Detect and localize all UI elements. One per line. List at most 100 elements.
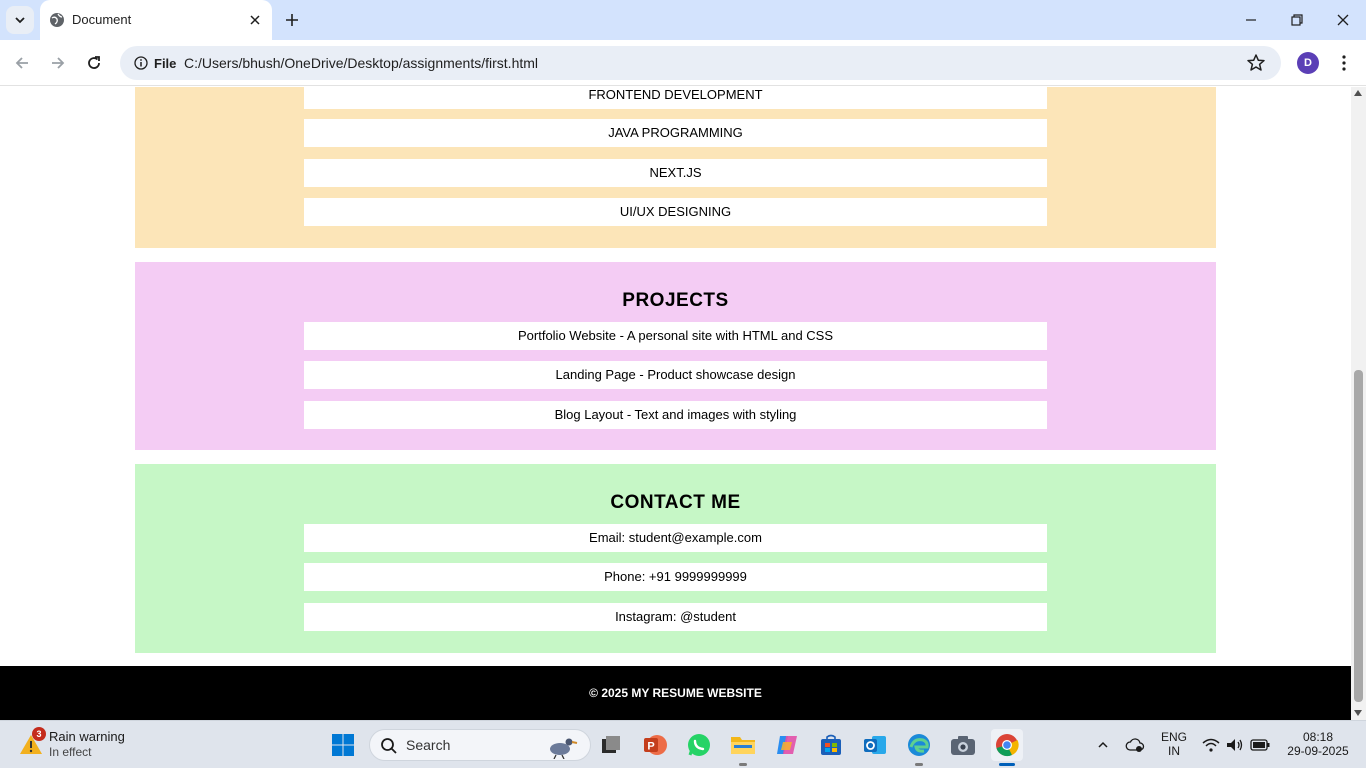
contact-section: CONTACT ME Email: student@example.com Ph… xyxy=(135,464,1216,653)
tab-strip: Document xyxy=(0,0,1366,40)
outlook-icon xyxy=(864,736,886,754)
battery-icon xyxy=(1250,739,1270,751)
skill-item: UI/UX DESIGNING xyxy=(304,198,1047,226)
arrow-left-icon xyxy=(15,57,28,69)
folder-icon xyxy=(731,737,755,754)
scrollbar-thumb[interactable] xyxy=(1354,370,1363,702)
more-vertical-icon xyxy=(1342,55,1346,71)
weather-widget[interactable]: 3 Rain warning In effect xyxy=(14,726,154,764)
close-icon xyxy=(250,15,260,25)
search-highlight-bird-icon xyxy=(550,738,578,759)
volume-icon xyxy=(1227,739,1243,751)
taskbar-edge[interactable] xyxy=(903,729,935,766)
windows-logo-icon xyxy=(332,734,354,756)
language-region: IN xyxy=(1168,744,1180,758)
clock[interactable]: 08:18 29-09-2025 xyxy=(1283,730,1353,758)
contact-instagram: Instagram: @student xyxy=(304,603,1047,631)
back-button[interactable] xyxy=(9,50,35,76)
page-footer: © 2025 MY RESUME WEBSITE xyxy=(0,666,1351,720)
scroll-up-arrow-icon[interactable] xyxy=(1354,90,1362,96)
url-text[interactable]: C:/Users/bhush/OneDrive/Desktop/assignme… xyxy=(184,55,538,71)
contact-email: Email: student@example.com xyxy=(304,524,1047,552)
taskbar-file-explorer[interactable] xyxy=(727,729,759,766)
projects-heading: PROJECTS xyxy=(622,290,729,311)
tab-search-button[interactable] xyxy=(6,6,34,34)
plus-icon xyxy=(286,14,298,26)
reload-icon xyxy=(88,56,100,69)
taskbar-chrome[interactable] xyxy=(991,729,1023,766)
whatsapp-icon xyxy=(688,734,710,756)
weather-title: Rain warning xyxy=(49,729,125,744)
onedrive-tray-button[interactable] xyxy=(1122,729,1148,761)
restore-button[interactable] xyxy=(1274,0,1320,40)
search-label: Search xyxy=(406,737,451,753)
quick-settings-button[interactable] xyxy=(1198,729,1274,761)
skill-item: NEXT.JS xyxy=(304,159,1047,187)
skills-section: FRONTEND DEVELOPMENT JAVA PROGRAMMING NE… xyxy=(135,87,1216,248)
minimize-icon xyxy=(1246,19,1256,21)
browser-toolbar: File C:/Users/bhush/OneDrive/Desktop/ass… xyxy=(0,40,1366,86)
project-item: Portfolio Website - A personal site with… xyxy=(304,322,1047,350)
page-scrollbar[interactable] xyxy=(1351,87,1366,720)
close-tab-button[interactable] xyxy=(246,11,264,29)
start-button[interactable] xyxy=(327,729,359,761)
new-tab-button[interactable] xyxy=(282,10,302,30)
contact-phone: Phone: +91 9999999999 xyxy=(304,563,1047,591)
wifi-icon xyxy=(1202,738,1220,752)
taskbar-camera[interactable] xyxy=(947,729,979,761)
svg-text:P: P xyxy=(647,741,654,753)
taskbar-powerpoint[interactable]: P xyxy=(639,729,671,761)
weather-alert-badge: 3 xyxy=(32,727,46,741)
projects-section: PROJECTS Portfolio Website - A personal … xyxy=(135,262,1216,450)
task-view-button[interactable] xyxy=(595,729,627,761)
language-code: ENG xyxy=(1160,730,1187,744)
running-indicator xyxy=(739,763,747,766)
minimize-button[interactable] xyxy=(1228,0,1274,40)
task-view-icon xyxy=(602,736,620,753)
edge-icon xyxy=(908,734,930,756)
site-chip-label: File xyxy=(154,55,177,71)
arrow-right-icon xyxy=(52,57,65,69)
running-indicator xyxy=(915,763,923,766)
info-icon xyxy=(134,56,148,70)
search-icon xyxy=(381,738,397,754)
address-bar[interactable]: File C:/Users/bhush/OneDrive/Desktop/ass… xyxy=(120,46,1281,80)
browser-menu-button[interactable] xyxy=(1334,52,1354,74)
active-indicator xyxy=(999,763,1015,766)
page-viewport: FRONTEND DEVELOPMENT JAVA PROGRAMMING NE… xyxy=(0,87,1351,720)
reload-button[interactable] xyxy=(81,50,107,76)
globe-icon xyxy=(50,13,64,27)
taskbar: 3 Rain warning In effect Search P ENG IN… xyxy=(0,720,1366,768)
copilot-icon xyxy=(777,736,797,754)
site-info-chip[interactable]: File xyxy=(128,50,182,76)
project-item: Landing Page - Product showcase design xyxy=(304,361,1047,389)
cloud-sync-icon xyxy=(1125,738,1145,752)
language-indicator[interactable]: ENG IN xyxy=(1157,730,1191,758)
taskbar-microsoft-store[interactable] xyxy=(815,729,847,761)
taskbar-whatsapp[interactable] xyxy=(683,729,715,761)
show-hidden-icons-button[interactable] xyxy=(1090,729,1116,761)
contact-heading: CONTACT ME xyxy=(610,492,741,513)
forward-button[interactable] xyxy=(45,50,71,76)
profile-avatar[interactable]: D xyxy=(1297,52,1319,74)
close-window-button[interactable] xyxy=(1320,0,1366,40)
restore-icon xyxy=(1291,14,1303,26)
taskbar-outlook[interactable] xyxy=(859,729,891,761)
skill-item: JAVA PROGRAMMING xyxy=(304,119,1047,147)
powerpoint-icon: P xyxy=(644,735,667,755)
chrome-icon xyxy=(996,734,1019,757)
taskbar-copilot[interactable] xyxy=(771,729,803,761)
tab-document[interactable]: Document xyxy=(40,0,272,40)
project-item: Blog Layout - Text and images with styli… xyxy=(304,401,1047,429)
clock-time: 08:18 xyxy=(1302,730,1334,744)
camera-icon xyxy=(951,736,975,755)
tab-title: Document xyxy=(72,12,132,27)
store-icon xyxy=(821,734,841,755)
close-icon xyxy=(1337,14,1349,26)
chevron-up-icon xyxy=(1098,741,1108,748)
taskbar-search-box[interactable]: Search xyxy=(369,729,591,761)
bookmark-star-icon[interactable] xyxy=(1246,53,1266,73)
skill-item: FRONTEND DEVELOPMENT xyxy=(304,87,1047,109)
weather-subtitle: In effect xyxy=(49,745,92,759)
scroll-down-arrow-icon[interactable] xyxy=(1354,710,1362,716)
